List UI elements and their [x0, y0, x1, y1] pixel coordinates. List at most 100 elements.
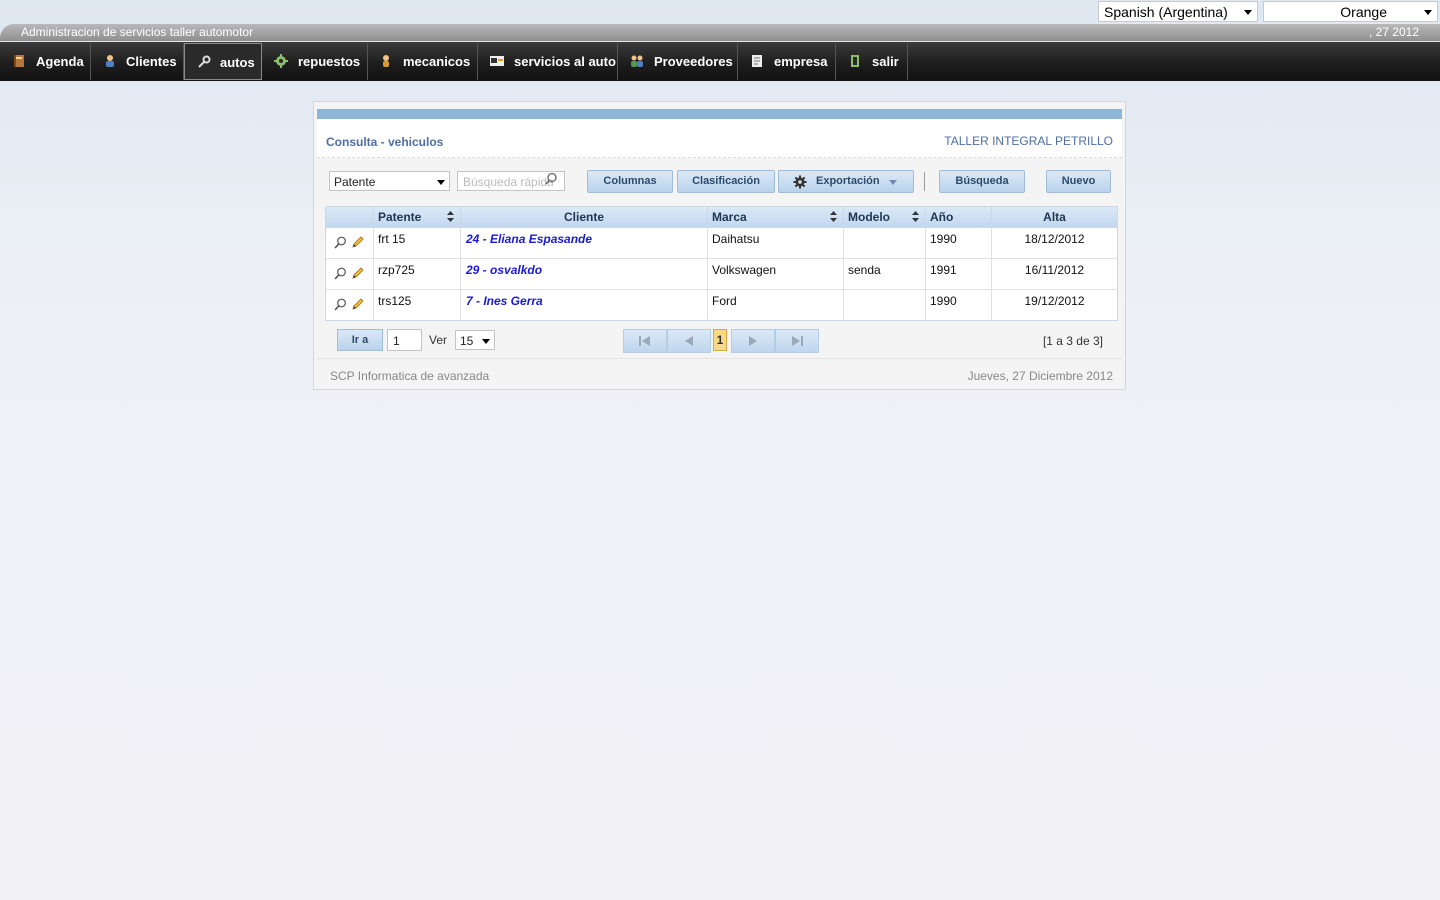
column-header-alta[interactable]: Alta	[992, 207, 1117, 227]
nav-item-servicios[interactable]: servicios al auto	[478, 43, 618, 80]
exit-icon	[851, 55, 859, 67]
export-button[interactable]: Exportación	[778, 170, 914, 193]
edit-icon[interactable]	[351, 235, 365, 249]
nav-item-clientes[interactable]: Clientes	[91, 43, 184, 80]
column-header-modelo[interactable]: Modelo	[844, 207, 926, 227]
pager: Ir a 1 Ver 15 1 [1 a 3 de 3]	[325, 324, 1118, 357]
wrench-icon	[198, 55, 211, 68]
current-page-indicator[interactable]: 1	[713, 329, 727, 351]
goto-page-button[interactable]: Ir a	[337, 329, 383, 351]
language-select[interactable]: Spanish (Argentina)	[1098, 1, 1258, 22]
client-link[interactable]: 7 - Ines Gerra	[466, 294, 543, 308]
panel-header-bar	[317, 109, 1122, 119]
column-header-marca[interactable]: Marca	[708, 207, 844, 227]
edit-icon[interactable]	[351, 297, 365, 311]
edit-icon[interactable]	[351, 266, 365, 280]
sort-icon	[830, 211, 837, 222]
last-page-button[interactable]	[775, 329, 819, 353]
search-icon[interactable]	[544, 172, 558, 186]
theme-select[interactable]: Orange	[1263, 1, 1438, 22]
row-actions	[326, 228, 374, 258]
cell-anio: 1990	[926, 290, 992, 320]
column-header-patente[interactable]: Patente	[374, 207, 461, 227]
cell-modelo: senda	[844, 259, 926, 289]
search-field-select[interactable]: Patente	[329, 171, 450, 191]
nav-label: Agenda	[36, 54, 84, 69]
quick-search-input[interactable]	[461, 173, 555, 191]
client-link[interactable]: 24 - Eliana Espasande	[466, 232, 592, 246]
chevron-down-icon	[482, 339, 490, 344]
cell-modelo	[844, 290, 926, 320]
row-actions	[326, 259, 374, 289]
table-row: rzp725 29 - osvalkdo Volkswagen senda 19…	[326, 259, 1117, 290]
nav-item-agenda[interactable]: Agenda	[0, 43, 91, 80]
page-number-input[interactable]: 1	[387, 329, 422, 351]
next-page-button[interactable]	[731, 329, 775, 353]
cell-alta: 18/12/2012	[1024, 232, 1085, 246]
gear-icon	[793, 175, 807, 189]
nav-label: autos	[220, 55, 255, 70]
cell-alta: 19/12/2012	[1024, 294, 1085, 308]
main-nav: Agenda Clientes autos repuestos mecanico…	[0, 42, 1440, 81]
cell-alta: 16/11/2012	[1024, 263, 1085, 277]
header-date: , 27 2012	[1368, 25, 1419, 39]
per-page-label: Ver	[429, 333, 448, 347]
nav-item-proveedores[interactable]: Proveedores	[618, 43, 738, 80]
vehicles-panel: Consulta - vehiculos TALLER INTEGRAL PET…	[313, 101, 1126, 390]
per-page-select[interactable]: 15	[455, 330, 495, 350]
last-page-icon	[792, 336, 803, 346]
cell-anio: 1991	[926, 259, 992, 289]
columns-button[interactable]: Columnas	[587, 170, 673, 193]
nav-label: empresa	[774, 54, 828, 69]
nav-item-mecanicos[interactable]: mecanicos	[368, 43, 478, 80]
nav-item-autos[interactable]: autos	[184, 43, 262, 80]
new-button[interactable]: Nuevo	[1046, 170, 1111, 193]
chevron-down-icon	[1424, 10, 1432, 15]
prev-page-icon	[685, 336, 693, 346]
next-page-icon	[749, 336, 757, 346]
quick-search[interactable]	[457, 171, 565, 191]
table-row: frt 15 24 - Eliana Espasande Daihatsu 19…	[326, 228, 1117, 259]
export-button-label: Exportación	[816, 175, 880, 187]
app-title-bar: Administracion de servicios taller autom…	[0, 24, 1440, 41]
column-header-cliente[interactable]: Cliente	[461, 207, 708, 227]
mechanic-icon	[383, 55, 389, 67]
view-icon[interactable]	[334, 267, 347, 280]
nav-label: Proveedores	[654, 54, 733, 69]
view-icon[interactable]	[334, 298, 347, 311]
book-icon	[14, 55, 24, 67]
person-icon	[106, 55, 114, 67]
prev-page-button[interactable]	[667, 329, 711, 353]
client-link[interactable]: 29 - osvalkdo	[466, 263, 542, 277]
search-button[interactable]: Búsqueda	[939, 170, 1025, 193]
nav-item-salir[interactable]: salir	[836, 43, 908, 80]
cell-anio: 1990	[926, 228, 992, 258]
cell-patente: frt 15	[374, 228, 461, 258]
app-title: Administracion de servicios taller autom…	[21, 25, 254, 39]
nav-label: mecanicos	[403, 54, 471, 69]
page-info: [1 a 3 de 3]	[1042, 334, 1103, 348]
first-page-button[interactable]	[623, 329, 667, 353]
table-row: trs125 7 - Ines Gerra Ford 1990 19/12/20…	[326, 290, 1117, 320]
people-icon	[631, 55, 643, 67]
table-header: Patente Cliente Marca Modelo Año Alta	[326, 207, 1117, 228]
column-header-anio[interactable]: Año	[926, 207, 992, 227]
row-actions	[326, 290, 374, 320]
footer-date: Jueves, 27 Diciembre 2012	[967, 369, 1113, 383]
nav-item-empresa[interactable]: empresa	[738, 43, 836, 80]
sort-icon	[447, 211, 454, 222]
view-icon[interactable]	[334, 236, 347, 249]
page-title: Consulta - vehiculos	[326, 135, 444, 149]
chevron-down-icon	[1244, 10, 1252, 15]
nav-label: salir	[872, 54, 899, 69]
chevron-down-icon	[437, 180, 445, 185]
chevron-down-icon	[889, 180, 897, 185]
cell-patente: rzp725	[374, 259, 461, 289]
sort-button[interactable]: Clasificación	[677, 170, 775, 193]
cell-cliente: 7 - Ines Gerra	[461, 290, 708, 320]
document-icon	[752, 55, 762, 67]
theme-select-value: Orange	[1340, 4, 1387, 20]
nav-item-repuestos[interactable]: repuestos	[262, 43, 368, 80]
cell-cliente: 29 - osvalkdo	[461, 259, 708, 289]
nav-label: servicios al auto	[514, 54, 616, 69]
